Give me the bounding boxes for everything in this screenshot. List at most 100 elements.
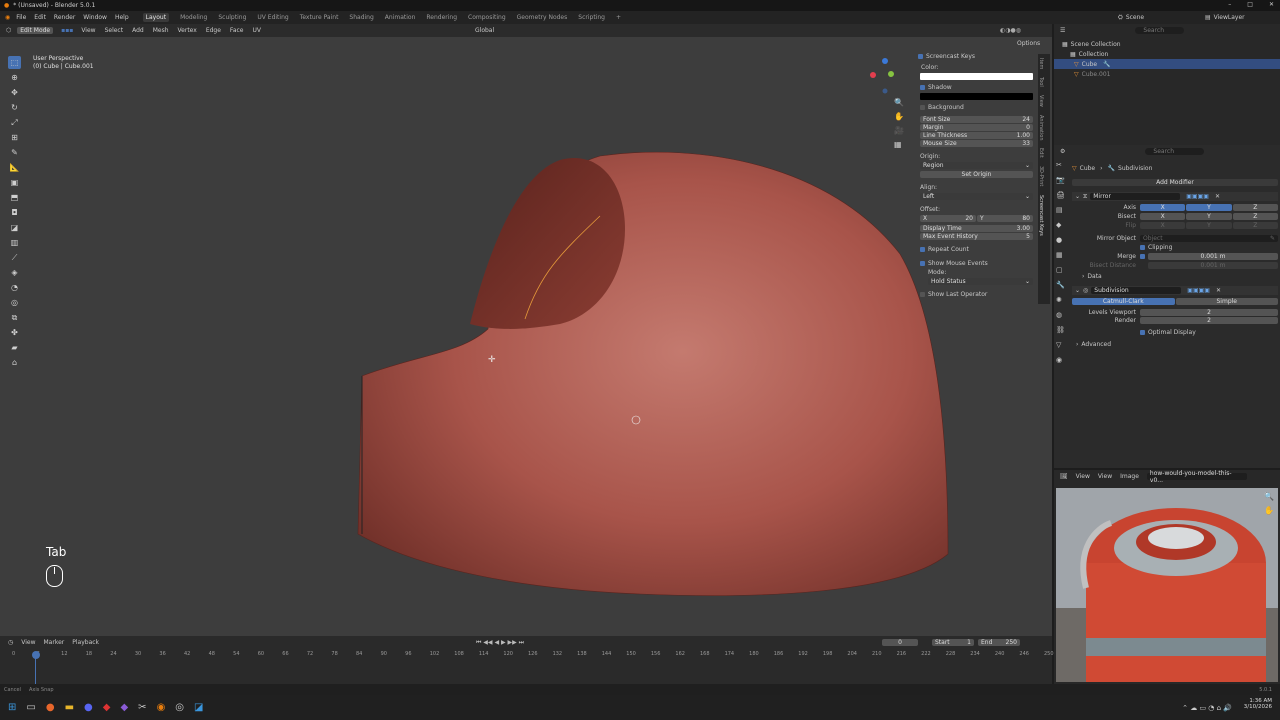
outliner-item-cube[interactable]: ▽ Cube 🔧 [1054, 59, 1280, 69]
properties-search-field[interactable]: Search [1145, 147, 1205, 155]
minimize-button[interactable]: – [1228, 1, 1231, 8]
align-dropdown[interactable]: Left ⌄ [920, 193, 1033, 200]
scene-tab-icon[interactable]: ◆ [1056, 221, 1066, 229]
modifier-tab-icon[interactable]: 🔧 [1056, 281, 1066, 289]
playhead[interactable] [32, 651, 40, 659]
pan-hand-icon[interactable]: ✋ [894, 112, 904, 121]
tab-item[interactable]: Item [1038, 58, 1044, 69]
app-icon-red[interactable]: ◆ [103, 702, 111, 713]
tab-rendering[interactable]: Rendering [426, 14, 457, 21]
particles-tab-icon[interactable]: ✺ [1056, 296, 1066, 304]
discord-icon[interactable]: ● [84, 702, 93, 713]
outliner-scene-collection[interactable]: ▦ Scene Collection [1062, 39, 1280, 49]
maximize-button[interactable]: □ [1247, 1, 1253, 8]
tab-animation-side[interactable]: Animation [1038, 115, 1044, 141]
shadow-toggle[interactable]: Shadow [928, 84, 952, 91]
outliner-item-cube-001[interactable]: ▽ Cube.001 [1062, 69, 1280, 79]
line-thickness-field[interactable]: Line Thickness 1.00 [920, 132, 1033, 139]
flip-x-button[interactable]: X [1140, 222, 1186, 229]
tab-view[interactable]: View [1038, 95, 1044, 107]
timeline-editor-icon[interactable]: ◷ [8, 639, 13, 646]
data-tab-icon[interactable]: ▽ [1056, 341, 1066, 349]
view-layer-selector[interactable]: ▤ ViewLayer [1205, 14, 1245, 21]
background-toggle[interactable]: Background [928, 104, 964, 111]
merge-distance-field[interactable]: 0.001 m [1148, 253, 1278, 260]
tray-icons[interactable]: ⌃ ☁ ▭ ◔ ⌂ 🔊 [1182, 704, 1232, 712]
outliner-collection[interactable]: ▦ Collection [1062, 49, 1280, 59]
tab-modeling[interactable]: Modeling [180, 14, 207, 21]
max-event-history-field[interactable]: Max Event History 5 [920, 233, 1033, 240]
tl-menu-marker[interactable]: Marker [44, 639, 65, 646]
app-icon-blue[interactable]: ◪ [194, 702, 203, 713]
tab-uv-editing[interactable]: UV Editing [257, 14, 288, 21]
img-menu-view[interactable]: View [1076, 473, 1090, 480]
axis-y-button[interactable]: Y [1186, 204, 1232, 211]
render-levels-field[interactable]: 2 [1140, 317, 1278, 324]
tab-layout[interactable]: Layout [142, 13, 170, 22]
scene-selector[interactable]: ⛭ Scene [1118, 14, 1144, 22]
bisect-distance-field[interactable]: 0.001 m [1148, 262, 1278, 269]
tab-tool[interactable]: Tool [1038, 77, 1044, 87]
display-time-field[interactable]: Display Time 3.00 [920, 225, 1033, 232]
bisect-x-button[interactable]: X [1140, 213, 1186, 220]
tool-tab-icon[interactable]: ✂ [1056, 161, 1066, 169]
tab-geometry-nodes[interactable]: Geometry Nodes [517, 14, 568, 21]
app-icon-purple[interactable]: ◆ [120, 702, 128, 713]
menu-render[interactable]: Render [54, 14, 75, 21]
tab-shading[interactable]: Shading [349, 14, 373, 21]
flip-y-button[interactable]: Y [1186, 222, 1232, 229]
blender-taskbar-icon[interactable]: ◉ [157, 702, 166, 713]
3d-viewport[interactable]: ⬡ Edit Mode ▪▪▪ View Select Add Mesh Ver… [0, 24, 1052, 636]
color-swatch[interactable] [920, 73, 1033, 80]
mode-dropdown[interactable]: Hold Status ⌄ [928, 278, 1033, 285]
origin-dropdown[interactable]: Region ⌄ [920, 162, 1033, 169]
bisect-y-button[interactable]: Y [1186, 213, 1232, 220]
close-button[interactable]: ✕ [1269, 1, 1274, 8]
image-editor-icon[interactable]: 🖼 [1060, 473, 1068, 480]
tab-texture-paint[interactable]: Texture Paint [300, 14, 339, 21]
add-modifier-button[interactable]: Add Modifier [1072, 179, 1278, 186]
material-tab-icon[interactable]: ◉ [1056, 356, 1066, 364]
outliner-editor-icon[interactable]: ☰ [1060, 27, 1065, 34]
mouse-size-field[interactable]: Mouse Size 33 [920, 140, 1033, 147]
image-name-field[interactable]: how-would-you-model-this-v0... [1146, 470, 1247, 484]
physics-tab-icon[interactable]: ◍ [1056, 311, 1066, 319]
app-icon-tool[interactable]: ✂ [138, 702, 146, 713]
flip-z-button[interactable]: Z [1232, 222, 1278, 229]
clipping-toggle[interactable]: Clipping [1148, 244, 1172, 251]
simple-tab[interactable]: Simple [1175, 298, 1278, 305]
offset-x-field[interactable]: X 20 [920, 215, 976, 222]
tab-sculpting[interactable]: Sculpting [218, 14, 246, 21]
margin-field[interactable]: Margin 0 [920, 124, 1033, 131]
outliner-search-field[interactable]: Search [1135, 26, 1185, 34]
offset-y-field[interactable]: Y 80 [977, 215, 1033, 222]
show-last-operator-toggle[interactable]: Show Last Operator [928, 291, 987, 298]
subdivision-name-field[interactable]: Subdivision [1091, 287, 1182, 294]
world-tab-icon[interactable]: ● [1056, 236, 1066, 244]
view-layer-tab-icon[interactable]: ▤ [1056, 206, 1066, 214]
set-origin-button[interactable]: Set Origin [920, 171, 1033, 178]
mirror-name-field[interactable]: Mirror [1090, 193, 1181, 200]
axis-x-button[interactable]: X [1140, 204, 1186, 211]
menu-file[interactable]: File [16, 14, 26, 21]
catmull-clark-tab[interactable]: Catmull-Clark [1072, 298, 1175, 305]
mirror-object-field[interactable]: Object ✎ [1140, 235, 1278, 242]
output-tab-icon[interactable]: 🖨 [1056, 191, 1066, 199]
render-tab-icon[interactable]: 📷 [1056, 176, 1066, 184]
data-subpanel[interactable]: › Data [1072, 273, 1278, 280]
collection-tab-icon[interactable]: ▦ [1056, 251, 1066, 259]
axis-z-button[interactable]: Z [1232, 204, 1278, 211]
task-view-icon[interactable]: ▭ [26, 702, 35, 713]
properties-editor-icon[interactable]: ⚙ [1060, 148, 1065, 155]
start-frame-field[interactable]: Start 1 [932, 639, 974, 646]
timeline-ruler[interactable]: 0612182430364248546066727884909610210811… [0, 651, 1054, 659]
firefox-icon[interactable]: ● [46, 702, 55, 713]
advanced-subpanel[interactable]: › Advanced [1072, 341, 1278, 348]
tab-edit[interactable]: Edit [1038, 148, 1044, 158]
start-menu-icon[interactable]: ⊞ [8, 702, 16, 713]
img-menu-image[interactable]: Image [1120, 473, 1139, 480]
font-size-field[interactable]: Font Size 24 [920, 116, 1033, 123]
menu-edit[interactable]: Edit [34, 14, 46, 21]
img-menu-view-2[interactable]: View [1098, 473, 1112, 480]
object-tab-icon[interactable]: ▢ [1056, 266, 1066, 274]
